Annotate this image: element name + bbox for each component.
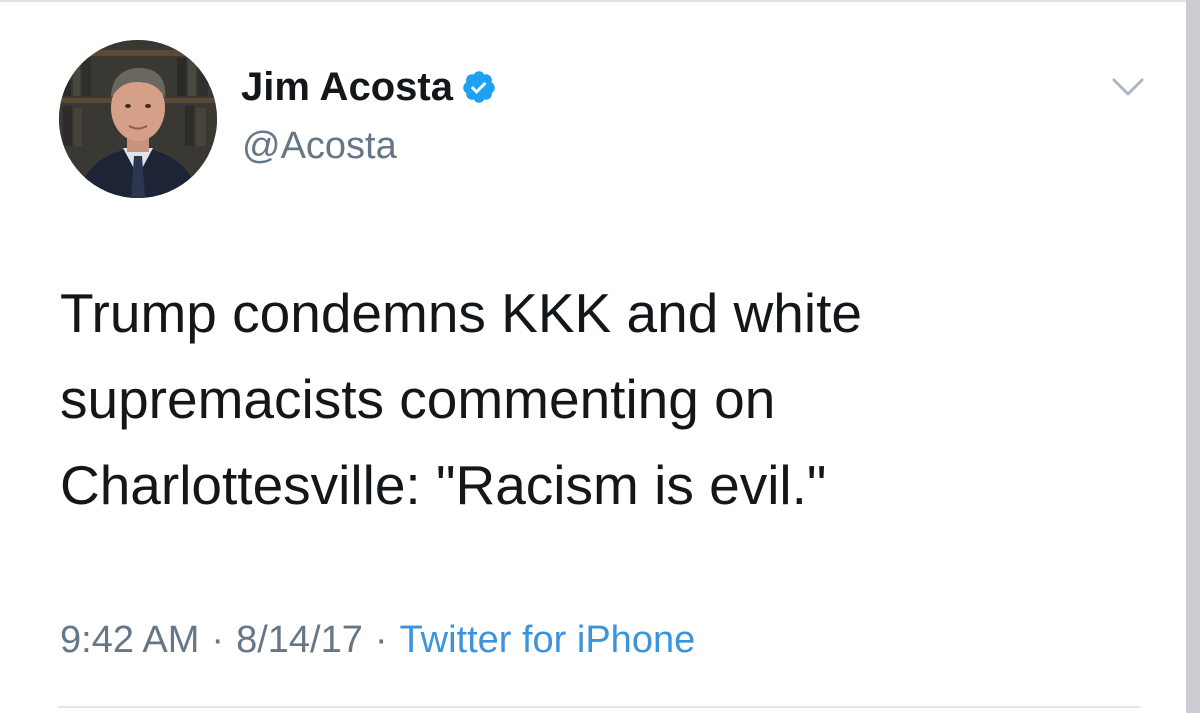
author-name-row[interactable]: Jim Acosta: [241, 62, 497, 112]
scrollbar[interactable]: [1186, 0, 1200, 713]
chevron-down-icon[interactable]: [1108, 70, 1148, 106]
top-divider: [0, 0, 1200, 2]
tweet-meta: 9:42 AM · 8/14/17 · Twitter for iPhone: [60, 612, 695, 668]
bottom-divider: [58, 706, 1140, 708]
meta-separator: ·: [211, 618, 225, 661]
verified-badge-icon: [461, 69, 497, 105]
author-display-name[interactable]: Jim Acosta: [241, 62, 453, 112]
tweet-text: Trump condemns KKK and white supremacist…: [60, 282, 862, 516]
tweet-source-link[interactable]: Twitter for iPhone: [400, 619, 696, 662]
tweet-time[interactable]: 9:42 AM: [60, 619, 199, 662]
author-handle[interactable]: @Acosta: [242, 122, 397, 170]
tweet-card: Jim Acosta @Acosta Trump condemns KKK an…: [0, 0, 1200, 713]
avatar-image: [59, 40, 217, 198]
tweet-date[interactable]: 8/14/17: [236, 619, 363, 662]
meta-separator: ·: [374, 618, 388, 661]
avatar[interactable]: [59, 40, 217, 198]
